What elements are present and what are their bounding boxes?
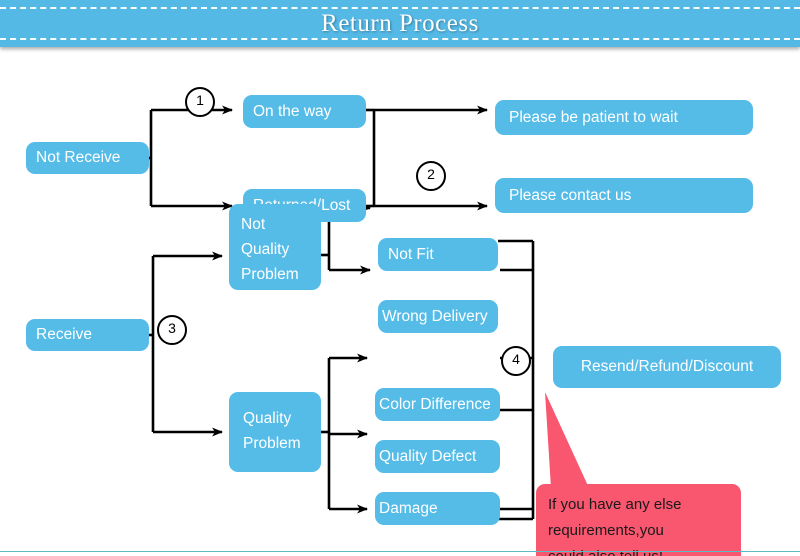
node-label-line: Quality — [241, 241, 290, 258]
node-on-the-way[interactable]: On the way — [243, 95, 366, 128]
node-label-line: Problem — [241, 266, 299, 283]
node-resend-refund-discount[interactable]: Resend/Refund/Discount — [553, 346, 781, 388]
node-label-line: Not — [241, 216, 266, 233]
callout-line: requirements,you — [548, 522, 664, 539]
node-label: Wrong Delivery — [382, 307, 488, 325]
node-not-receive[interactable]: Not Receive — [26, 142, 149, 174]
node-please-be-patient-to-wait[interactable]: Please be patient to wait — [495, 100, 753, 135]
node-wrong-delivery[interactable]: Wrong Delivery — [378, 300, 498, 333]
step-marker-4: 4 — [501, 346, 531, 376]
node-label: On the way — [253, 102, 332, 120]
node-label: Receive — [36, 326, 92, 343]
step-marker-3: 3 — [157, 315, 187, 345]
flowchart-canvas: Not Receive On the way Returned/Lost Ple… — [0, 47, 800, 556]
callout-bubble: If you have any else requirements,you co… — [536, 484, 741, 556]
node-label: Please be patient to wait — [509, 108, 678, 126]
node-quality-defect[interactable]: Quality Defect — [375, 440, 500, 473]
node-label: Damage — [379, 499, 438, 517]
node-label: Quality Defect — [379, 447, 477, 465]
node-color-difference[interactable]: Color Difference — [375, 388, 500, 421]
node-label: Resend/Refund/Discount — [580, 358, 754, 375]
node-label-line: Problem — [243, 435, 301, 452]
step-marker-1: 1 — [185, 87, 215, 117]
node-please-contact-us[interactable]: Please contact us — [495, 178, 753, 213]
node-label: Not Receive — [36, 149, 121, 166]
step-marker-2: 2 — [416, 161, 446, 191]
page-title: Return Process — [321, 10, 479, 37]
node-not-fit[interactable]: Not Fit — [378, 238, 498, 271]
callout-line: If you have any else — [548, 496, 682, 513]
bottom-divider — [0, 551, 800, 552]
node-quality-problem[interactable]: Quality Problem — [229, 392, 321, 472]
node-label: Color Difference — [379, 395, 491, 413]
node-label: Please contact us — [509, 186, 632, 204]
return-process-infographic: Return Process Not Receive On the way Pl… — [0, 0, 800, 556]
header-banner: Return Process — [0, 0, 800, 47]
node-label: Not Fit — [388, 245, 434, 263]
node-damage[interactable]: Damage — [375, 492, 500, 525]
node-receive[interactable]: Receive — [26, 319, 149, 351]
node-label-line: Quality — [243, 410, 292, 427]
callout-line: could also tell us! — [548, 544, 729, 556]
node-not-quality-problem[interactable]: Not Quality Problem — [229, 204, 321, 290]
